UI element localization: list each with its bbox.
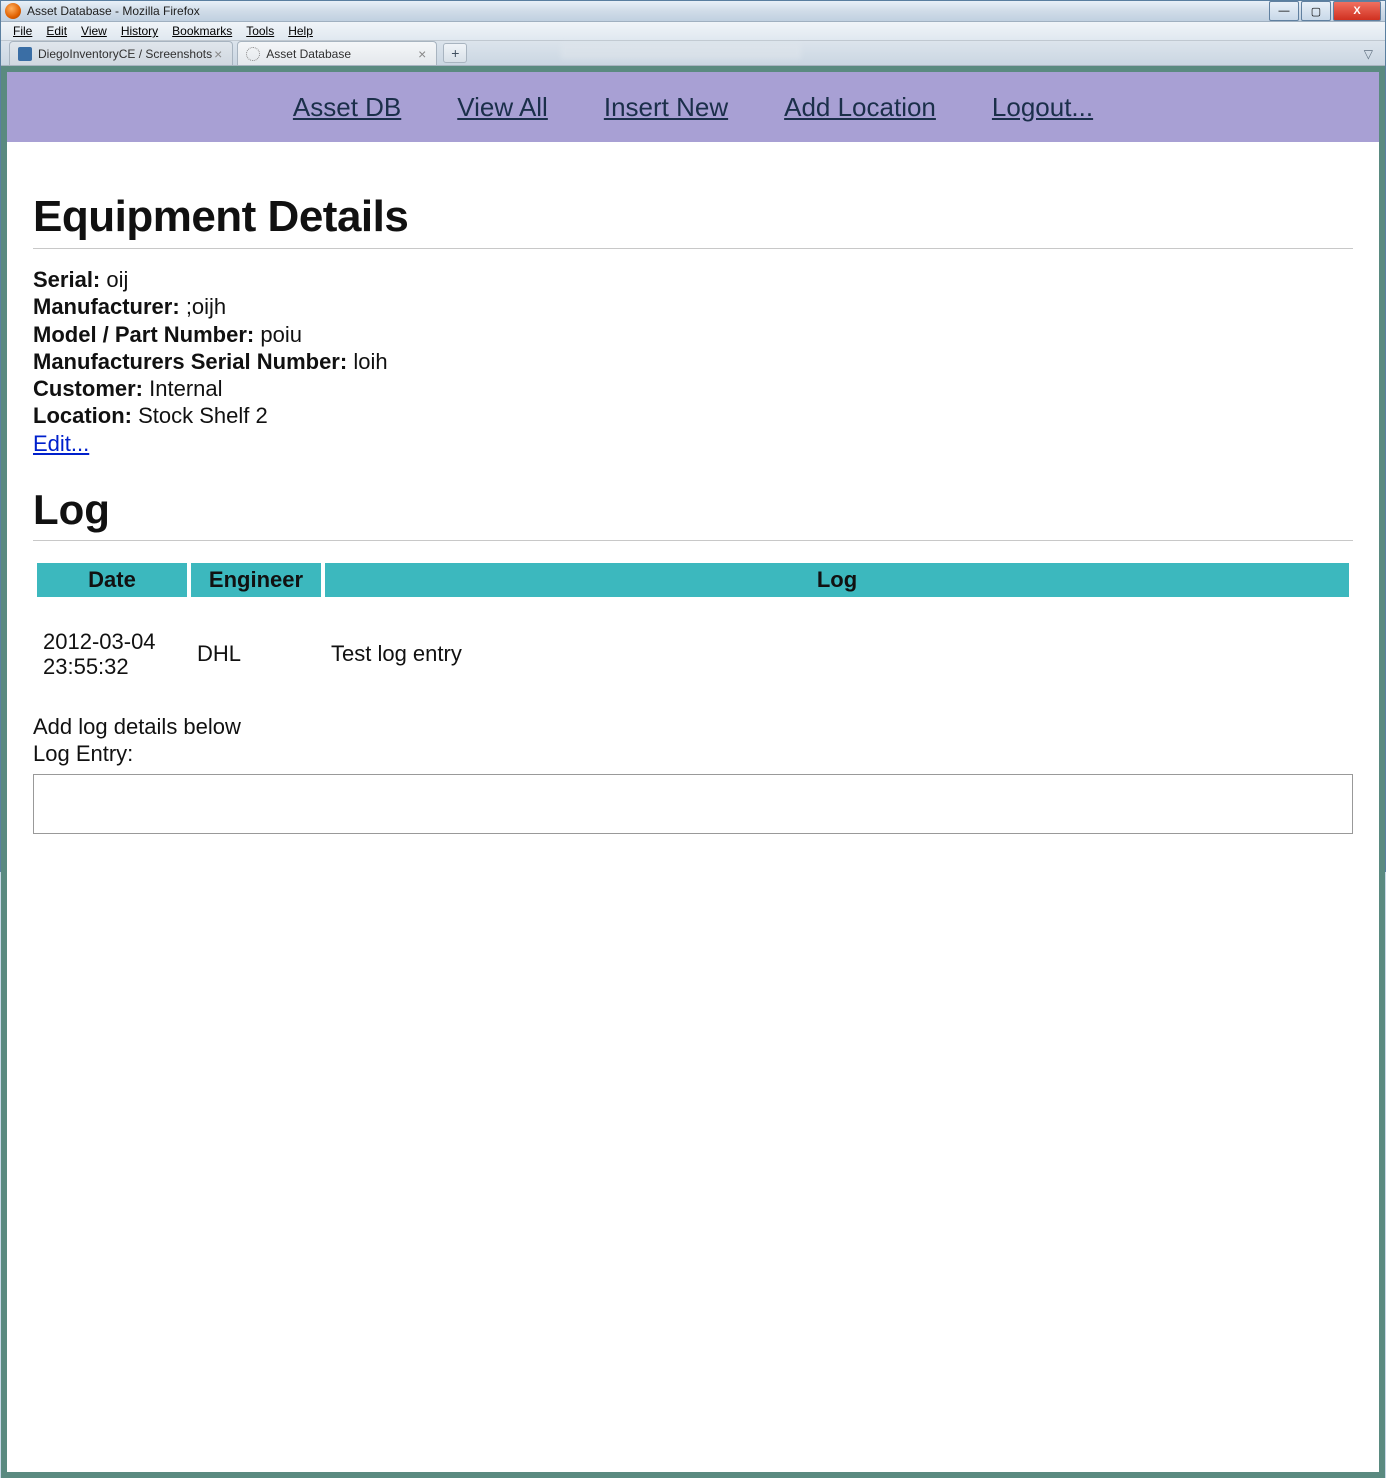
edit-link[interactable]: Edit... (33, 431, 89, 456)
model-label: Model / Part Number: (33, 322, 254, 347)
heading-log: Log (33, 486, 1353, 534)
heading-equipment-details: Equipment Details (33, 192, 1353, 242)
tabs-dropdown-icon[interactable]: ▽ (1360, 47, 1377, 65)
divider (33, 248, 1353, 249)
browser-window: Asset Database - Mozilla Firefox — ▢ X F… (0, 0, 1386, 872)
firefox-icon (5, 3, 21, 19)
background-window-blur (561, 43, 801, 59)
generic-page-icon (246, 47, 260, 61)
location-label: Location: (33, 403, 132, 428)
cell-engineer: DHL (191, 601, 321, 708)
manufacturer-value: ;oijh (186, 294, 226, 319)
tab-label: DiegoInventoryCE / Screenshots (38, 47, 212, 61)
log-entry-input[interactable] (33, 774, 1353, 834)
mfr-serial-value: loih (353, 349, 387, 374)
tab-asset-database[interactable]: Asset Database × (237, 41, 437, 65)
new-tab-button[interactable]: + (443, 43, 467, 63)
viewport: Asset DB View All Insert New Add Locatio… (1, 66, 1385, 1478)
sourceforge-icon (18, 47, 32, 61)
serial-label: Serial: (33, 267, 100, 292)
col-engineer: Engineer (191, 563, 321, 597)
nav-insert-new[interactable]: Insert New (604, 92, 728, 123)
titlebar: Asset Database - Mozilla Firefox — ▢ X (1, 1, 1385, 22)
nav-asset-db[interactable]: Asset DB (293, 92, 401, 123)
divider (33, 540, 1353, 541)
plus-icon: + (451, 45, 459, 61)
cell-date: 2012-03-04 23:55:32 (37, 601, 187, 708)
close-icon[interactable]: × (416, 47, 428, 61)
mfr-serial-label: Manufacturers Serial Number: (33, 349, 347, 374)
serial-value: oij (106, 267, 128, 292)
page-scroll[interactable]: Asset DB View All Insert New Add Locatio… (1, 66, 1385, 1478)
menu-edit[interactable]: Edit (40, 22, 73, 40)
menu-history[interactable]: History (115, 22, 164, 40)
log-prompt: Add log details below (33, 714, 1353, 739)
model-value: poiu (260, 322, 302, 347)
page-frame: Asset DB View All Insert New Add Locatio… (1, 66, 1385, 1478)
col-log: Log (325, 563, 1349, 597)
window-buttons: — ▢ X (1267, 1, 1381, 21)
menu-tools[interactable]: Tools (240, 22, 280, 40)
menu-help[interactable]: Help (282, 22, 319, 40)
customer-label: Customer: (33, 376, 143, 401)
table-header-row: Date Engineer Log (37, 563, 1349, 597)
tab-diegoinventory[interactable]: DiegoInventoryCE / Screenshots × (9, 41, 233, 65)
tab-label: Asset Database (266, 47, 416, 61)
equipment-details: Serial: oij Manufacturer: ;oijh Model / … (33, 267, 1353, 456)
menu-bookmarks[interactable]: Bookmarks (166, 22, 238, 40)
menu-file[interactable]: File (7, 22, 38, 40)
minimize-button[interactable]: — (1269, 1, 1299, 21)
menu-view[interactable]: View (75, 22, 113, 40)
nav-view-all[interactable]: View All (457, 92, 548, 123)
manufacturer-label: Manufacturer: (33, 294, 180, 319)
maximize-button[interactable]: ▢ (1301, 1, 1331, 21)
log-form: Add log details below Log Entry: (33, 714, 1353, 838)
window-title: Asset Database - Mozilla Firefox (27, 4, 1267, 18)
close-button[interactable]: X (1333, 1, 1381, 21)
cell-log: Test log entry (325, 601, 1349, 708)
log-entry-label: Log Entry: (33, 741, 1353, 766)
location-value: Stock Shelf 2 (138, 403, 268, 428)
log-table: Date Engineer Log 2012-03-04 23:55:32 (33, 559, 1353, 712)
close-icon[interactable]: × (212, 47, 224, 61)
nav-add-location[interactable]: Add Location (784, 92, 936, 123)
customer-value: Internal (149, 376, 222, 401)
top-nav: Asset DB View All Insert New Add Locatio… (7, 72, 1379, 142)
page: Asset DB View All Insert New Add Locatio… (7, 72, 1379, 1472)
table-row: 2012-03-04 23:55:32 DHL Test log entry (37, 601, 1349, 708)
tabstrip: DiegoInventoryCE / Screenshots × Asset D… (1, 41, 1385, 66)
menubar: File Edit View History Bookmarks Tools H… (1, 22, 1385, 41)
nav-logout[interactable]: Logout... (992, 92, 1093, 123)
col-date: Date (37, 563, 187, 597)
content-area: Equipment Details Serial: oij Manufactur… (7, 142, 1379, 877)
